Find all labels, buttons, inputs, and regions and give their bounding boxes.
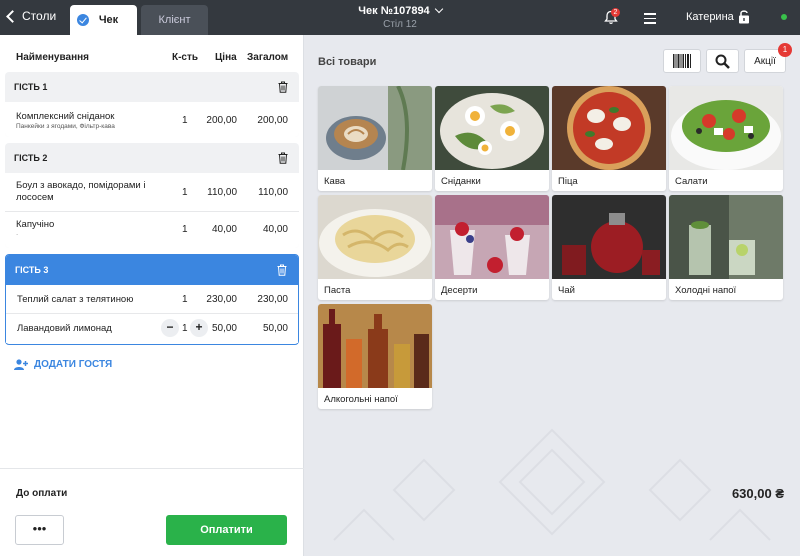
item-name: Боул з авокадо, помідорами і лососем bbox=[16, 180, 146, 203]
col-price-header: Ціна bbox=[215, 52, 237, 63]
item-price: 40,00 bbox=[211, 224, 237, 235]
col-total-header: Загалом bbox=[247, 52, 289, 63]
item-qty: 1 bbox=[182, 187, 188, 198]
item-name: Теплий салат з телятиною bbox=[17, 294, 134, 305]
more-options-button[interactable]: ••• bbox=[15, 515, 64, 545]
notifications-badge: 2 bbox=[611, 8, 620, 17]
category-card-alcohol[interactable]: Алкогольні напої bbox=[318, 304, 432, 409]
guest-label: ГІСТЬ 2 bbox=[14, 153, 48, 163]
guest-label: ГІСТЬ 1 bbox=[14, 82, 48, 92]
search-button[interactable] bbox=[706, 49, 739, 73]
col-name-header: Найменування bbox=[16, 52, 89, 63]
increase-qty-button[interactable]: + bbox=[190, 319, 208, 337]
guest-label: ГІСТЬ 3 bbox=[15, 265, 49, 275]
guest-block-3: ГІСТЬ 3 Теплий салат з телятиною 1 230,0… bbox=[5, 254, 299, 345]
alcohol-image bbox=[318, 304, 432, 388]
item-total: 230,00 bbox=[257, 294, 288, 305]
guest-block-2: ГІСТЬ 2 Боул з авокадо, помідорами і лос… bbox=[5, 143, 299, 248]
item-name: Капучіно bbox=[16, 219, 55, 230]
add-guest-button[interactable]: ДОДАТИ ГОСТЯ bbox=[14, 359, 112, 370]
divider bbox=[0, 468, 304, 469]
item-total: 110,00 bbox=[258, 187, 288, 198]
category-label: Піца bbox=[558, 176, 578, 187]
pay-button[interactable]: Оплатити bbox=[166, 515, 287, 545]
category-label: Чай bbox=[558, 285, 575, 296]
item-qty: 1 bbox=[182, 323, 188, 334]
decrease-qty-button[interactable]: − bbox=[161, 319, 179, 337]
category-card-breakfast[interactable]: Сніданки bbox=[435, 86, 549, 191]
category-label: Салати bbox=[675, 176, 708, 187]
category-card-tea[interactable]: Чай bbox=[552, 195, 666, 300]
category-label: Алкогольні напої bbox=[324, 394, 398, 405]
table-number: Стіл 12 bbox=[383, 19, 417, 30]
coffee-image bbox=[318, 86, 432, 170]
guest-block-1: ГІСТЬ 1 Комплексний сніданок Панкейки з … bbox=[5, 72, 299, 137]
unlocked-icon[interactable] bbox=[738, 9, 750, 24]
item-name: Лавандовий лимонад bbox=[17, 323, 112, 334]
cold-drinks-image bbox=[669, 195, 783, 279]
order-item[interactable]: Теплий салат з телятиною 1 230,00 230,00 bbox=[6, 285, 298, 314]
item-qty: 1 bbox=[182, 115, 188, 126]
item-qty: 1 bbox=[182, 224, 188, 235]
menu-icon[interactable] bbox=[644, 13, 656, 27]
item-name: Комплексний сніданок bbox=[16, 111, 115, 122]
order-item[interactable]: Комплексний сніданок Панкейки з ягодами,… bbox=[5, 102, 299, 137]
category-card-salads[interactable]: Салати bbox=[669, 86, 783, 191]
pizza-image bbox=[552, 86, 666, 170]
category-label: Десерти bbox=[441, 285, 478, 296]
category-card-pasta[interactable]: Паста bbox=[318, 195, 432, 300]
promotions-badge: 1 bbox=[778, 43, 792, 57]
item-price: 50,00 bbox=[211, 323, 237, 334]
item-note: Панкейки з ягодами, Фільтр-кава bbox=[16, 123, 115, 130]
breakfast-image bbox=[435, 86, 549, 170]
item-total: 50,00 bbox=[262, 323, 288, 334]
top-bar: Столи Чек Клієнт Чек №107894 Стіл 12 2 К… bbox=[0, 0, 800, 35]
chevron-down-icon bbox=[434, 4, 443, 14]
category-label: Паста bbox=[324, 285, 351, 296]
barcode-button[interactable] bbox=[663, 49, 701, 73]
category-card-desserts[interactable]: Десерти bbox=[435, 195, 549, 300]
user-name[interactable]: Катерина bbox=[686, 11, 734, 23]
background-ornament bbox=[333, 428, 771, 541]
order-item[interactable]: Капучіно · 1 40,00 40,00 bbox=[5, 212, 299, 248]
col-qty-header: К-сть bbox=[172, 52, 199, 63]
item-total: 40,00 bbox=[262, 224, 288, 235]
item-note: · bbox=[16, 231, 19, 238]
guest-header[interactable]: ГІСТЬ 3 bbox=[6, 255, 298, 285]
add-guest-label: ДОДАТИ ГОСТЯ bbox=[34, 359, 113, 370]
item-qty: 1 bbox=[182, 294, 188, 305]
item-total: 200,00 bbox=[257, 115, 288, 126]
search-icon bbox=[715, 54, 730, 69]
category-card-cold-drinks[interactable]: Холодні напої bbox=[669, 195, 783, 300]
trash-icon[interactable] bbox=[278, 81, 288, 93]
order-number: Чек №107894 bbox=[358, 5, 430, 17]
item-price: 230,00 bbox=[206, 294, 237, 305]
item-price: 110,00 bbox=[207, 187, 237, 198]
guest-header[interactable]: ГІСТЬ 1 bbox=[5, 72, 299, 102]
catalog-title: Всі товари bbox=[318, 56, 377, 68]
category-card-coffee[interactable]: Кава bbox=[318, 86, 432, 191]
barcode-icon bbox=[673, 54, 691, 68]
order-item-selected[interactable]: Лавандовий лимонад − 1 + 50,00 50,00 bbox=[6, 314, 298, 343]
to-pay-label: До оплати bbox=[16, 488, 68, 499]
category-label: Кава bbox=[324, 176, 346, 187]
item-price: 200,00 bbox=[206, 115, 237, 126]
category-label: Холодні напої bbox=[675, 285, 737, 296]
category-card-pizza[interactable]: Піца bbox=[552, 86, 666, 191]
online-status-dot bbox=[781, 14, 787, 20]
promotions-label: Акції bbox=[754, 55, 776, 67]
dessert-image bbox=[435, 195, 549, 279]
category-label: Сніданки bbox=[441, 176, 481, 187]
salad-image bbox=[669, 86, 783, 170]
trash-icon[interactable] bbox=[277, 264, 287, 276]
trash-icon[interactable] bbox=[278, 152, 288, 164]
pasta-image bbox=[318, 195, 432, 279]
guest-header[interactable]: ГІСТЬ 2 bbox=[5, 143, 299, 173]
add-user-icon bbox=[14, 359, 28, 370]
tea-image bbox=[552, 195, 666, 279]
order-item[interactable]: Боул з авокадо, помідорами і лососем 1 1… bbox=[5, 173, 299, 212]
